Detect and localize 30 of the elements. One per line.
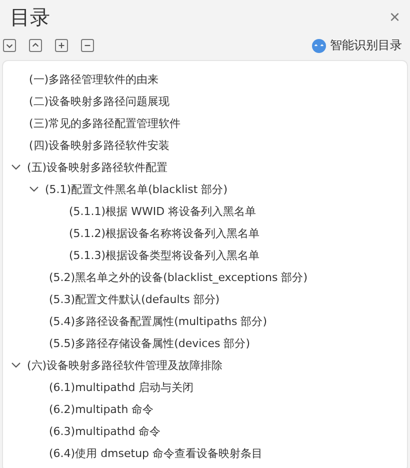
toc-item[interactable]: (三)常见的多路径配置管理软件	[29, 116, 181, 130]
toc-item[interactable]: (6.3)multipathd 命令	[49, 424, 161, 438]
expand-button[interactable]	[3, 39, 16, 52]
toc-item[interactable]: (5.3)配置文件默认(defaults 部分)	[49, 292, 220, 306]
toc-item[interactable]: (5.1.2)根据设备名称将设备列入黑名单	[69, 226, 260, 240]
plus-button[interactable]	[55, 39, 68, 52]
toc-item[interactable]: (5.1.3)根据设备类型将设备列入黑名单	[69, 248, 260, 262]
minus-button[interactable]	[81, 39, 94, 52]
toc-item[interactable]: (5.4)多路径设备配置属性(multipaths 部分)	[49, 314, 268, 328]
chevron-icon[interactable]	[29, 184, 39, 194]
bot-icon	[312, 38, 326, 52]
toc-item[interactable]: (6.2)multipath 命令	[49, 402, 154, 416]
toc-item[interactable]: (五)设备映射多路径软件配置	[27, 160, 168, 174]
smart-toc-button[interactable]: 智能识别目录	[312, 37, 402, 54]
toc-item[interactable]: (四)设备映射多路径软件安装	[29, 138, 170, 152]
panel-title: 目录	[10, 4, 50, 31]
close-button[interactable]: ×	[387, 7, 402, 28]
chevron-icon[interactable]	[11, 360, 21, 370]
toc-item[interactable]: (一)多路径管理软件的由来	[29, 72, 159, 86]
toc-item[interactable]: (5.2)黑名单之外的设备(blacklist_exceptions 部分)	[49, 270, 308, 284]
toc-item[interactable]: (6.4)使用 dmsetup 命令查看设备映射条目	[49, 446, 263, 460]
chevron-icon[interactable]	[11, 162, 21, 172]
collapse-button[interactable]	[29, 39, 42, 52]
toc-item[interactable]: (5.1)配置文件黑名单(blacklist 部分)	[45, 182, 228, 196]
toc-item[interactable]: (5.5)多路径存储设备属性(devices 部分)	[49, 336, 250, 350]
toc-item[interactable]: (二)设备映射多路径问题展现	[29, 94, 170, 108]
plus-icon	[57, 41, 66, 50]
toc-item[interactable]: (六)设备映射多路径软件管理及故障排除	[27, 358, 223, 372]
toc-item[interactable]: (5.1.1)根据 WWID 将设备列入黑名单	[69, 204, 256, 218]
toc-item[interactable]: (6.1)multipathd 启动与关闭	[49, 380, 194, 394]
